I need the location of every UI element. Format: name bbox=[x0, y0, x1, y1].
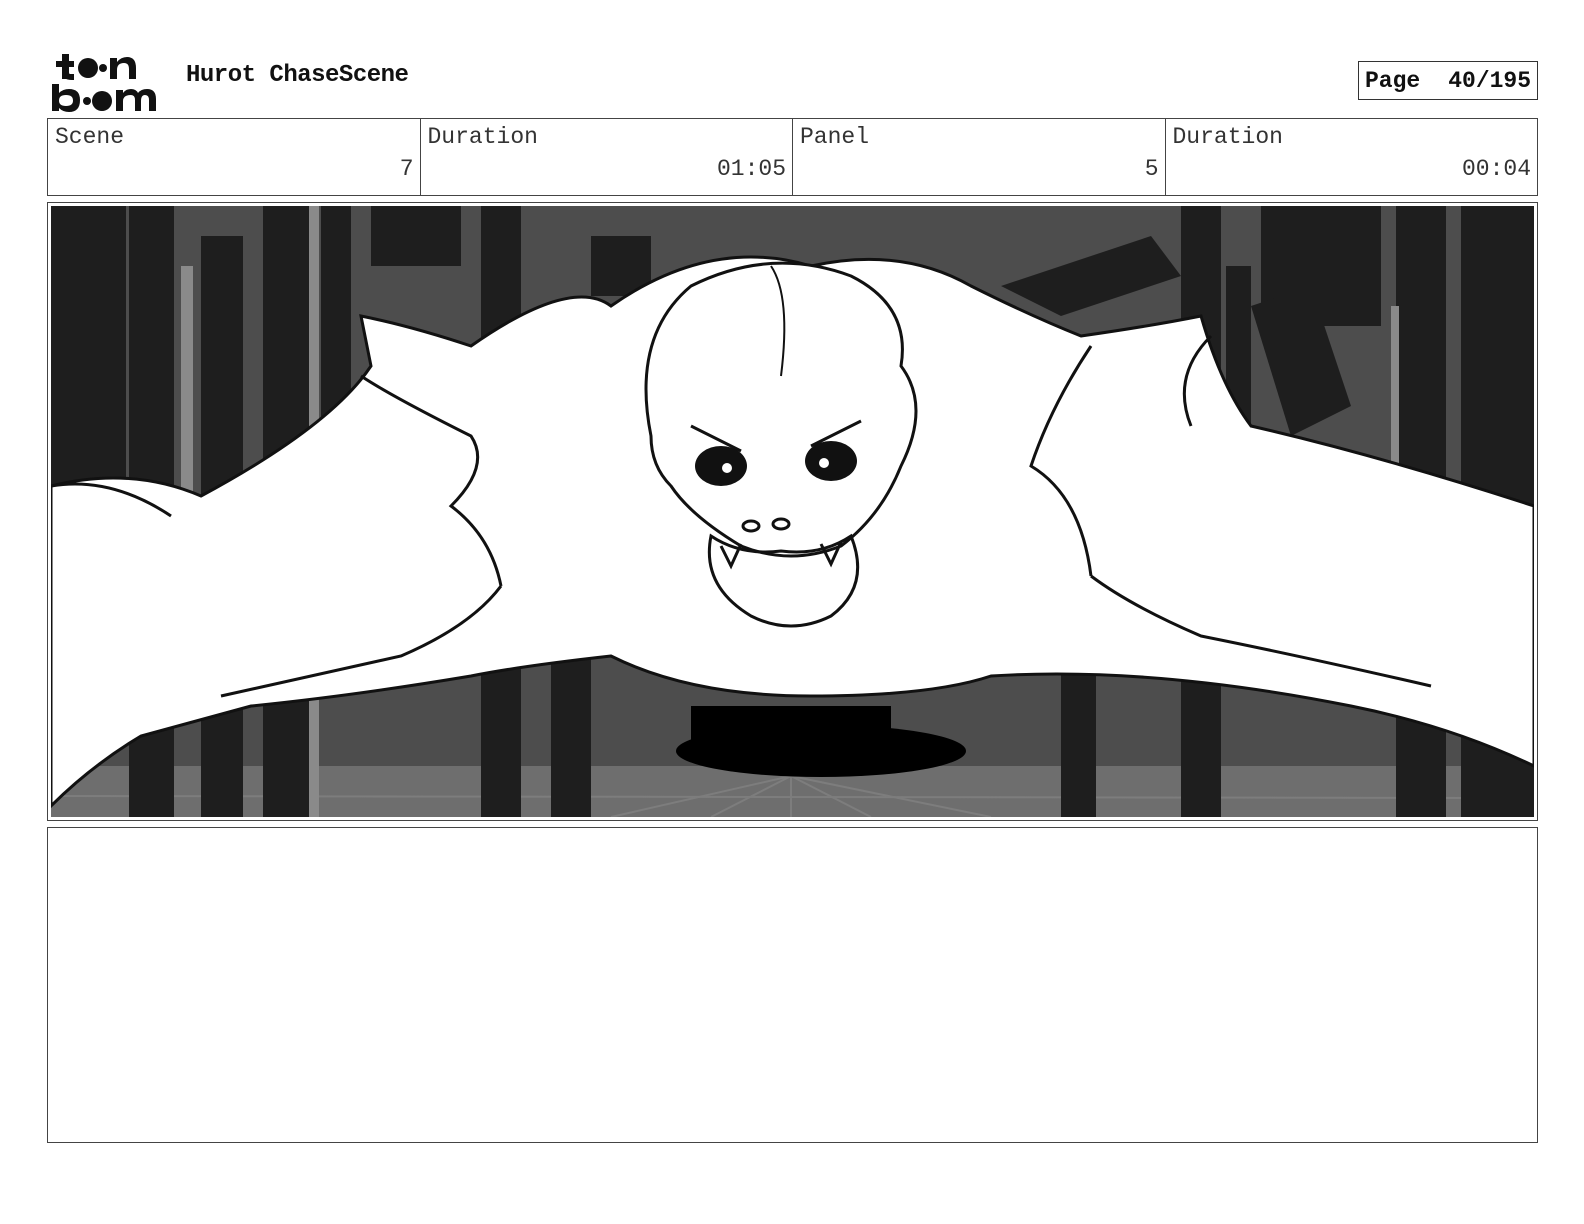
toon-boom-logo bbox=[50, 50, 166, 114]
project-title: Hurot ChaseScene bbox=[186, 62, 409, 89]
panel-duration-label: Duration bbox=[1172, 124, 1283, 150]
page-indicator: Page 40/195 bbox=[1358, 61, 1538, 100]
scene-value: 7 bbox=[399, 156, 414, 182]
panel-info-bar: Scene 7 Duration 01:05 Panel 5 Duration … bbox=[47, 118, 1538, 196]
panel-notes-area[interactable] bbox=[47, 827, 1538, 1143]
scene-label: Scene bbox=[55, 124, 125, 150]
storyboard-panel-frame bbox=[47, 202, 1538, 821]
panel-duration-cell: Duration 00:04 bbox=[1166, 119, 1538, 195]
panel-value: 5 bbox=[1144, 156, 1159, 182]
scene-cell: Scene 7 bbox=[48, 119, 421, 195]
scene-duration-value: 01:05 bbox=[716, 156, 786, 182]
page-number: 40/195 bbox=[1448, 67, 1532, 94]
panel-duration-value: 00:04 bbox=[1461, 156, 1531, 182]
storyboard-sketch-creature-icon bbox=[51, 206, 1534, 817]
scene-duration-label: Duration bbox=[427, 124, 538, 150]
page-label: Page bbox=[1365, 67, 1421, 94]
panel-cell: Panel 5 bbox=[793, 119, 1166, 195]
scene-duration-cell: Duration 01:05 bbox=[421, 119, 793, 195]
panel-label: Panel bbox=[800, 124, 870, 150]
